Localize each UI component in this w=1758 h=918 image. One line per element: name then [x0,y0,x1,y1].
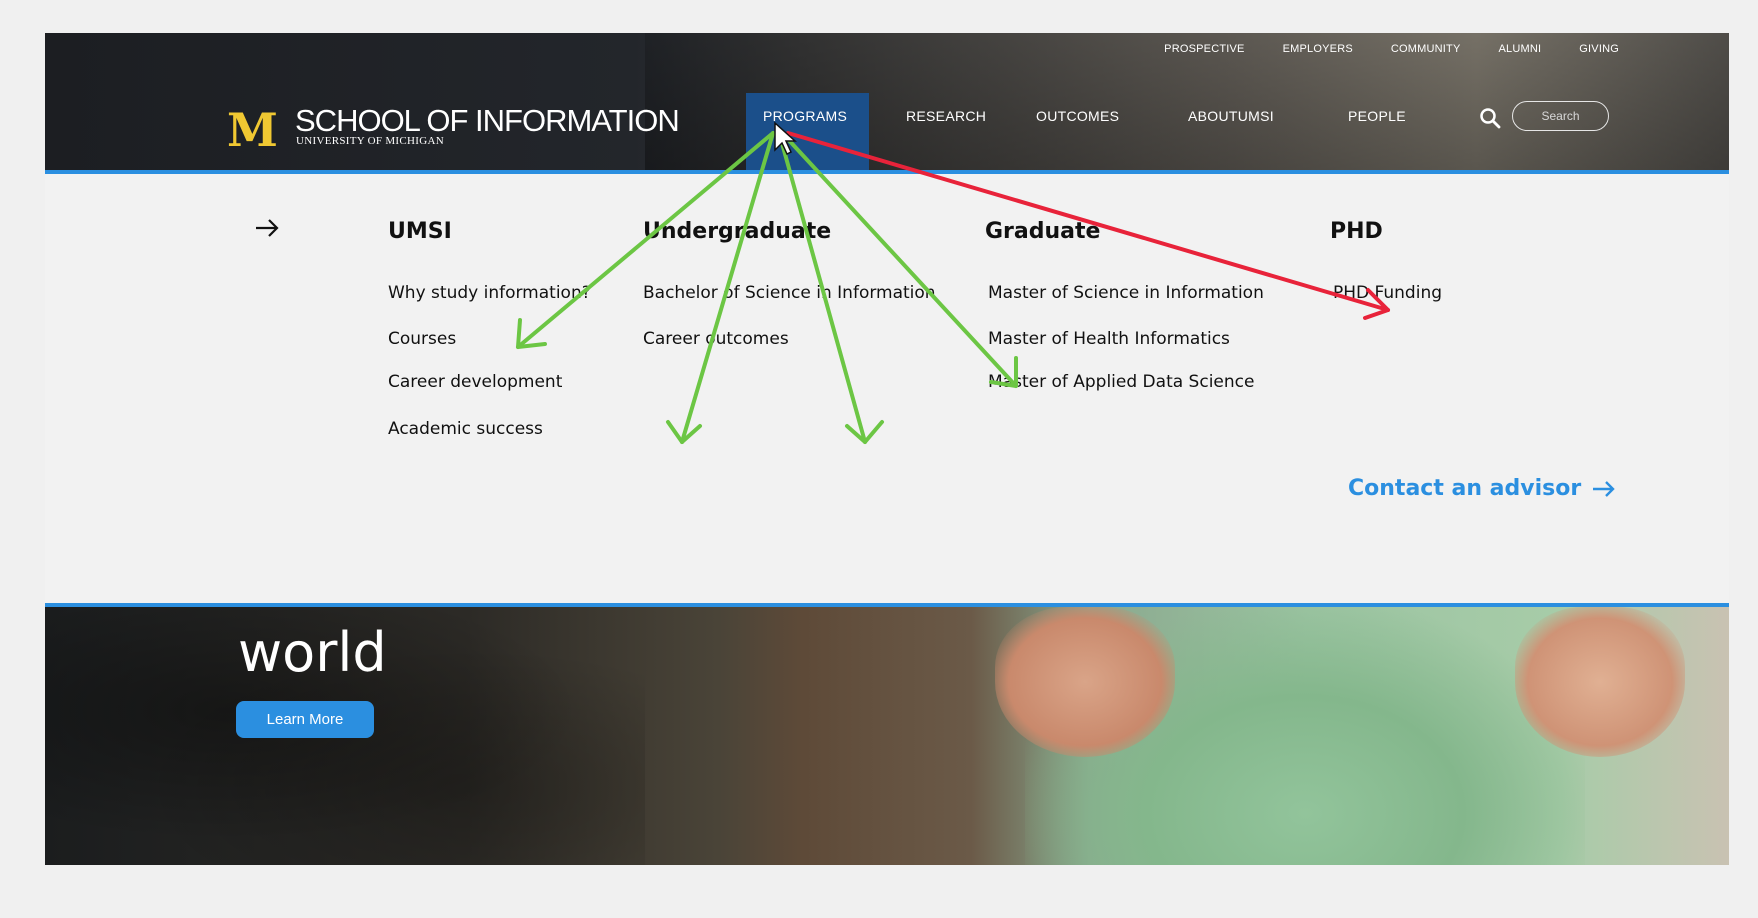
arrow-right-icon[interactable] [252,213,282,243]
nav-outcomes[interactable]: OUTCOMES [1036,108,1119,124]
contact-advisor-label: Contact an advisor [1348,476,1582,501]
nav-about-umsi[interactable]: ABOUTUMSI [1188,108,1274,124]
menu-link-mads[interactable]: Master of Applied Data Science [988,372,1254,392]
menu-heading-phd[interactable]: PHD [1330,219,1383,244]
utility-link-alumni[interactable]: ALUMNI [1499,43,1542,55]
menu-link-why-study[interactable]: Why study information? [388,283,591,303]
learn-more-button[interactable]: Learn More [236,701,374,738]
browser-viewport: PROSPECTIVE EMPLOYERS COMMUNITY ALUMNI G… [45,33,1729,865]
menu-link-career-outcomes[interactable]: Career outcomes [643,329,789,349]
utility-nav: PROSPECTIVE EMPLOYERS COMMUNITY ALUMNI G… [1164,43,1619,55]
menu-link-courses[interactable]: Courses [388,329,456,349]
hero-banner: world Learn More [45,607,1729,865]
logo-title[interactable]: SCHOOL OF INFORMATION [295,103,680,139]
nav-people[interactable]: PEOPLE [1348,108,1406,124]
site-header: PROSPECTIVE EMPLOYERS COMMUNITY ALUMNI G… [45,33,1729,170]
menu-link-academic-success[interactable]: Academic success [388,419,543,439]
logo-subtitle: UNIVERSITY OF MICHIGAN [296,135,444,147]
utility-link-community[interactable]: COMMUNITY [1391,43,1461,55]
menu-heading-umsi[interactable]: UMSI [388,219,452,244]
nav-active-highlight [746,93,869,170]
hero-heading: world [238,621,387,684]
arrow-right-icon [1593,480,1615,497]
hero-hand-right [1515,607,1685,757]
hero-hand-left [995,607,1175,757]
menu-link-mhi[interactable]: Master of Health Informatics [988,329,1230,349]
search-icon[interactable] [1478,106,1502,130]
utility-link-prospective[interactable]: PROSPECTIVE [1164,43,1244,55]
menu-link-phd-funding[interactable]: PHD Funding [1333,283,1442,303]
programs-mega-menu [45,174,1729,603]
logo-mark[interactable]: M [227,107,278,153]
menu-link-career-development[interactable]: Career development [388,372,562,392]
menu-link-bsi[interactable]: Bachelor of Science in Information [643,283,936,303]
contact-advisor-link[interactable]: Contact an advisor [1348,476,1617,501]
search-input[interactable]: Search [1512,101,1609,131]
utility-link-giving[interactable]: GIVING [1579,43,1619,55]
nav-programs[interactable]: PROGRAMS [763,108,847,124]
menu-heading-graduate[interactable]: Graduate [985,219,1100,244]
menu-heading-undergraduate[interactable]: Undergraduate [643,219,831,244]
nav-research[interactable]: RESEARCH [906,108,986,124]
utility-link-employers[interactable]: EMPLOYERS [1283,43,1353,55]
menu-link-msi[interactable]: Master of Science in Information [988,283,1264,303]
